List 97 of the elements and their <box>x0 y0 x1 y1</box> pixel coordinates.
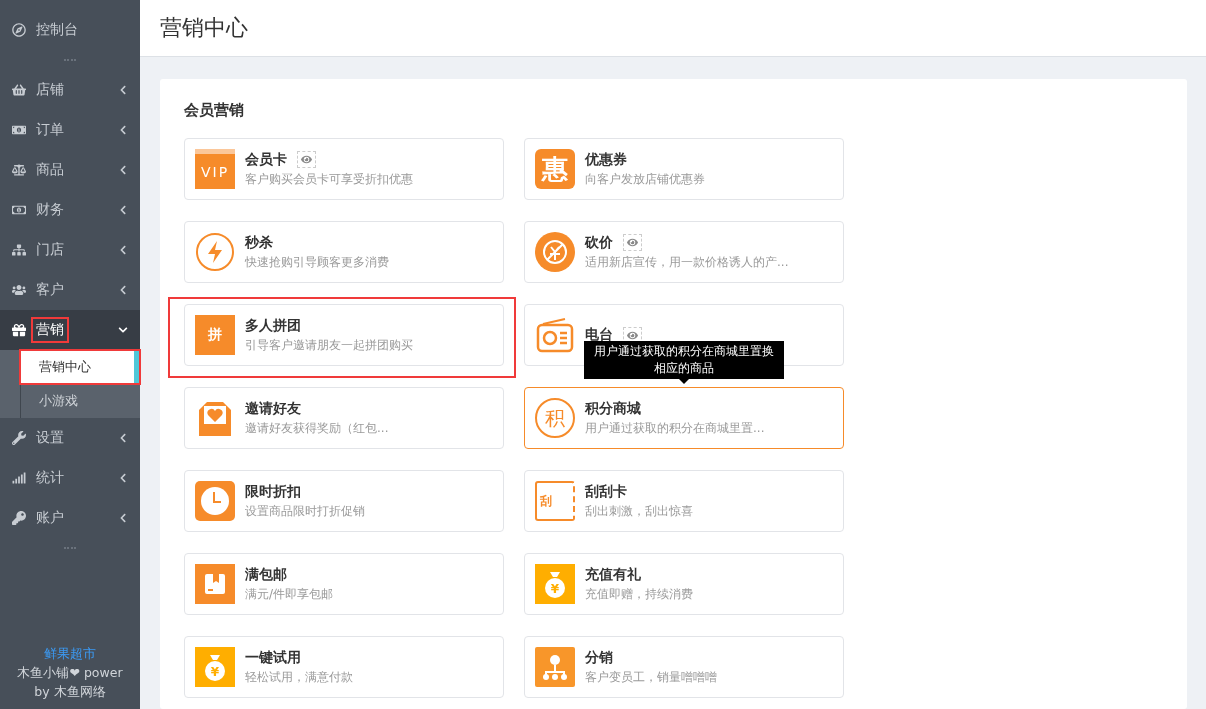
card-description: 设置商品限时打折促销 <box>245 502 365 520</box>
feature-card[interactable]: 砍价 适用新店宣传，用一款价格诱人的产... <box>524 221 844 283</box>
card-title: 分销 <box>585 648 613 667</box>
feature-card[interactable]: 限时折扣 设置商品限时打折促销 <box>184 470 504 532</box>
sidebar-item[interactable]: 财务 <box>0 190 140 230</box>
gift-icon <box>12 323 26 337</box>
banknote-icon <box>12 203 26 217</box>
feature-card[interactable]: 秒杀 快速抢购引导顾客更多消费 <box>184 221 504 283</box>
cash-icon <box>12 123 26 137</box>
feature-card[interactable]: 满包邮 满元/件即享包邮 <box>184 553 504 615</box>
tooltip: 用户通过获取的积分在商城里置换相应的商品 <box>584 341 784 379</box>
shop-name: 鲜果超市 <box>44 645 96 663</box>
card-title: 砍价 <box>585 233 613 252</box>
price-cut-icon <box>535 232 575 272</box>
signal-icon <box>12 471 26 485</box>
feature-card[interactable]: VIP 会员卡 客户购买会员卡可享受折扣优惠 <box>184 138 504 200</box>
coupon-icon: 惠 <box>535 149 575 189</box>
separator-dots <box>64 547 76 549</box>
separator-dots <box>64 59 76 61</box>
vip-icon: VIP <box>195 149 235 189</box>
card-title: 邀请好友 <box>245 399 301 418</box>
card-description: 刮出刺激，刮出惊喜 <box>585 502 693 520</box>
feature-card[interactable]: ¥ 充值有礼 充值即赠，持续消费 <box>524 553 844 615</box>
card-description: 轻松试用，满意付款 <box>245 668 353 686</box>
page-title: 营销中心 <box>160 14 248 42</box>
card-title: 一键试用 <box>245 648 301 667</box>
card-title: 优惠券 <box>585 150 627 169</box>
sidebar-item[interactable]: 商品 <box>0 150 140 190</box>
package-icon <box>195 564 235 604</box>
users-icon <box>12 283 26 297</box>
feature-card[interactable]: ¥ 一键试用 轻松试用，满意付款 <box>184 636 504 698</box>
money-bag-icon: ¥ <box>535 564 575 604</box>
wrench-icon <box>12 431 26 445</box>
sidebar-item[interactable]: 订单 <box>0 110 140 150</box>
feature-card[interactable]: 分销 客户变员工，销量噌噌噌 <box>524 636 844 698</box>
distribution-icon <box>535 647 575 687</box>
sidebar-label: 商品 <box>35 160 65 179</box>
sidebar-item[interactable]: 客户 <box>0 270 140 310</box>
sidebar-item[interactable]: 设置 <box>0 418 140 458</box>
feature-card[interactable]: 刮 刮刮卡 刮出刺激，刮出惊喜 <box>524 470 844 532</box>
clock-icon <box>195 481 235 521</box>
card-title: 刮刮卡 <box>585 482 627 501</box>
scratch-card-icon: 刮 <box>535 481 575 521</box>
compass-icon <box>12 23 26 37</box>
feature-card[interactable]: 惠 优惠券 向客户发放店铺优惠券 <box>524 138 844 200</box>
sidebar-item[interactable]: 店铺 <box>0 70 140 110</box>
card-description: 用户通过获取的积分在商城里置... <box>585 419 765 437</box>
basket-icon <box>12 83 26 97</box>
card-title: 会员卡 <box>245 150 287 169</box>
card-title: 多人拼团 <box>245 316 301 335</box>
card-description: 向客户发放店铺优惠券 <box>585 170 705 188</box>
card-title: 电台 <box>585 326 613 344</box>
feature-card[interactable]: 拼 多人拼团 引导客户邀请朋友一起拼团购买 <box>184 304 504 366</box>
card-title: 积分商城 <box>585 399 641 418</box>
lightning-icon <box>195 232 235 272</box>
points-icon: 积 <box>535 398 575 438</box>
sidebar-label: 客户 <box>35 280 65 299</box>
sidebar-item[interactable]: 营销 <box>0 310 140 350</box>
sidebar-label: 财务 <box>35 200 65 219</box>
sidebar-label: 门店 <box>35 240 65 259</box>
card-title: 秒杀 <box>245 233 273 252</box>
card-title: 充值有礼 <box>585 565 641 584</box>
card-description: 客户购买会员卡可享受折扣优惠 <box>245 170 413 188</box>
sidebar-label: 设置 <box>35 428 65 447</box>
sidebar-label: 订单 <box>35 120 65 139</box>
credit-text: by 木鱼网络 <box>34 683 106 701</box>
sidebar-item[interactable]: 账户 <box>0 498 140 538</box>
scale-icon <box>12 163 26 177</box>
sidebar-item[interactable]: 控制台 <box>0 10 140 50</box>
card-description: 充值即赠，持续消费 <box>585 585 693 603</box>
feature-card[interactable]: 积 积分商城 用户通过获取的积分在商城里置... <box>524 387 844 449</box>
card-description: 引导客户邀请朋友一起拼团购买 <box>245 336 413 354</box>
card-title: 限时折扣 <box>245 482 301 501</box>
key-icon <box>12 511 26 525</box>
group-buy-icon: 拼 <box>195 315 235 355</box>
sidebar-item[interactable]: 统计 <box>0 458 140 498</box>
sidebar-label: 账户 <box>35 508 65 527</box>
hierarchy-icon <box>12 243 26 257</box>
brand-text: 木鱼小铺❤ power <box>17 664 123 682</box>
section-title: 会员营销 <box>184 101 245 120</box>
feature-card[interactable]: 邀请好友 邀请好友获得奖励（红包... <box>184 387 504 449</box>
sidebar-label: 控制台 <box>35 20 79 39</box>
sidebar-label: 营销 <box>33 319 67 341</box>
submenu-item[interactable]: 小游戏 <box>20 384 140 418</box>
submenu-item[interactable]: 营销中心 <box>20 350 140 384</box>
card-title: 满包邮 <box>245 565 287 584</box>
money-bag-icon: ¥ <box>195 647 235 687</box>
tooltip-pointer <box>679 379 689 384</box>
sidebar-label: 店铺 <box>35 80 65 99</box>
card-description: 邀请好友获得奖励（红包... <box>245 419 389 437</box>
radio-icon <box>535 315 575 355</box>
sidebar-label: 统计 <box>35 468 65 487</box>
card-description: 适用新店宣传，用一款价格诱人的产... <box>585 253 789 271</box>
sidebar-item[interactable]: 门店 <box>0 230 140 270</box>
card-description: 客户变员工，销量噌噌噌 <box>585 668 717 686</box>
card-description: 满元/件即享包邮 <box>245 585 334 603</box>
card-description: 快速抢购引导顾客更多消费 <box>245 253 389 271</box>
